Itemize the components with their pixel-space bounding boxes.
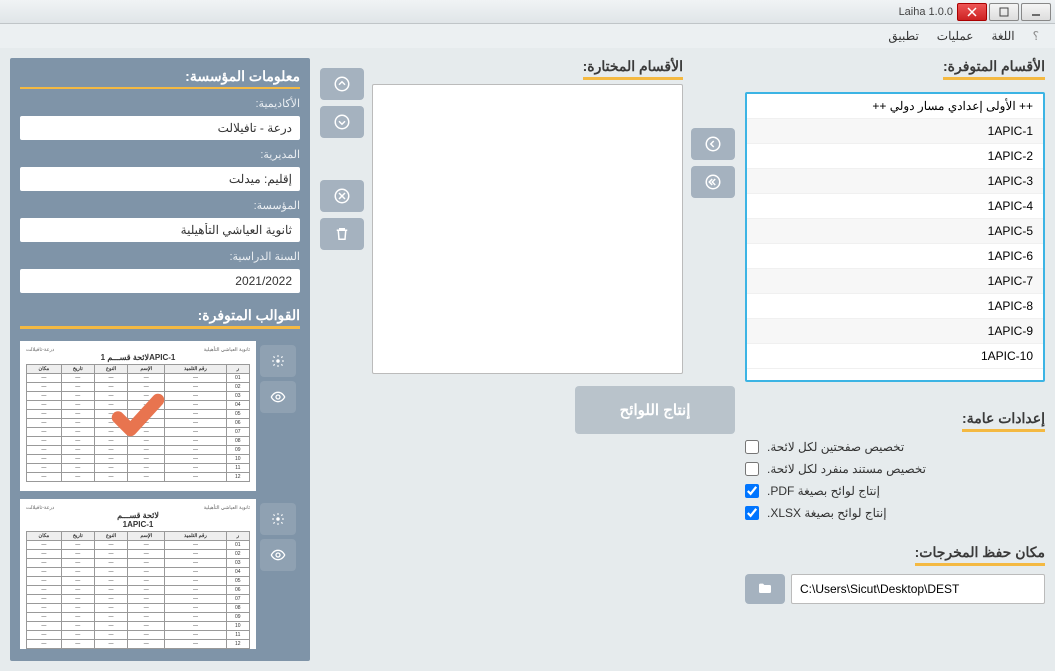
template-settings-button[interactable] bbox=[260, 503, 296, 535]
output-location-title: مكان حفظ المخرجات: bbox=[915, 544, 1045, 566]
list-item[interactable]: 1APIC-5 bbox=[747, 219, 1043, 244]
maximize-button[interactable] bbox=[989, 3, 1019, 21]
template-item[interactable]: ثانوية العياشي التأهيليةدرعة-تافيلالتلائ… bbox=[20, 499, 300, 649]
menu-help[interactable]: ؟ bbox=[1033, 29, 1039, 43]
templates-title: القوالب المتوفرة: bbox=[20, 307, 300, 329]
list-item[interactable]: 1APIC-9 bbox=[747, 319, 1043, 344]
template-preview-button[interactable] bbox=[260, 381, 296, 413]
available-sections-list[interactable]: ++ الأولى إعدادي مسار دولي ++1APIC-11API… bbox=[745, 92, 1045, 382]
browse-folder-button[interactable] bbox=[745, 574, 785, 604]
minimize-button[interactable] bbox=[1021, 3, 1051, 21]
clear-button[interactable] bbox=[320, 218, 364, 250]
titlebar: Laiha 1.0.0 bbox=[0, 0, 1055, 24]
list-item[interactable]: ++ الأولى إعدادي مسار دولي ++ bbox=[747, 94, 1043, 119]
list-item[interactable]: 1APIC-2 bbox=[747, 144, 1043, 169]
setting-two-pages[interactable]: تخصيص صفحتين لكل لائحة. bbox=[745, 436, 1045, 458]
list-item[interactable]: 1APIC-4 bbox=[747, 194, 1043, 219]
menu-app[interactable]: تطبيق bbox=[888, 29, 918, 43]
check-icon bbox=[108, 385, 168, 447]
selected-sections-title: الأقسام المختارة: bbox=[583, 58, 683, 80]
direction-label: المديرية: bbox=[20, 148, 300, 161]
list-item[interactable]: 1APIC-1 bbox=[747, 119, 1043, 144]
selected-sections-list[interactable] bbox=[372, 84, 683, 374]
template-settings-button[interactable] bbox=[260, 345, 296, 377]
list-item[interactable]: 1APIC-7 bbox=[747, 269, 1043, 294]
move-left-button[interactable] bbox=[691, 128, 735, 160]
move-down-button[interactable] bbox=[320, 106, 364, 138]
menubar: ؟ اللغة عمليات تطبيق bbox=[0, 24, 1055, 48]
year-input[interactable] bbox=[20, 269, 300, 293]
window-title: Laiha 1.0.0 bbox=[899, 6, 953, 18]
generate-button[interactable]: إنتاج اللوائح bbox=[575, 386, 735, 434]
list-item[interactable]: 1APIC-3 bbox=[747, 169, 1043, 194]
remove-button[interactable] bbox=[320, 180, 364, 212]
move-all-left-button[interactable] bbox=[691, 166, 735, 198]
list-item[interactable]: 1APIC-8 bbox=[747, 294, 1043, 319]
institution-info-title: معلومات المؤسسة: bbox=[20, 68, 300, 89]
template-preview-button[interactable] bbox=[260, 539, 296, 571]
menu-ops[interactable]: عمليات bbox=[937, 29, 974, 43]
list-item[interactable]: 1APIC-6 bbox=[747, 244, 1043, 269]
direction-input[interactable] bbox=[20, 167, 300, 191]
output-path-input[interactable] bbox=[791, 574, 1045, 604]
general-settings-title: إعدادات عامة: bbox=[962, 410, 1045, 432]
list-item[interactable]: 1APIC-10 bbox=[747, 344, 1043, 369]
academy-label: الأكاديمية: bbox=[20, 97, 300, 110]
menu-lang[interactable]: اللغة bbox=[991, 29, 1014, 43]
move-up-button[interactable] bbox=[320, 68, 364, 100]
setting-pdf[interactable]: إنتاج لوائح بصيغة PDF. bbox=[745, 480, 1045, 502]
school-label: المؤسسة: bbox=[20, 199, 300, 212]
setting-xlsx[interactable]: إنتاج لوائح بصيغة XLSX. bbox=[745, 502, 1045, 524]
close-button[interactable] bbox=[957, 3, 987, 21]
available-sections-title: الأقسام المتوفرة: bbox=[943, 58, 1045, 80]
template-item[interactable]: ثانوية العياشي التأهيليةدرعة-تافيلالتلائ… bbox=[20, 341, 300, 491]
academy-input[interactable] bbox=[20, 116, 300, 140]
setting-doc-per-list[interactable]: تخصيص مستند منفرد لكل لائحة. bbox=[745, 458, 1045, 480]
year-label: السنة الدراسية: bbox=[20, 250, 300, 263]
school-input[interactable] bbox=[20, 218, 300, 242]
